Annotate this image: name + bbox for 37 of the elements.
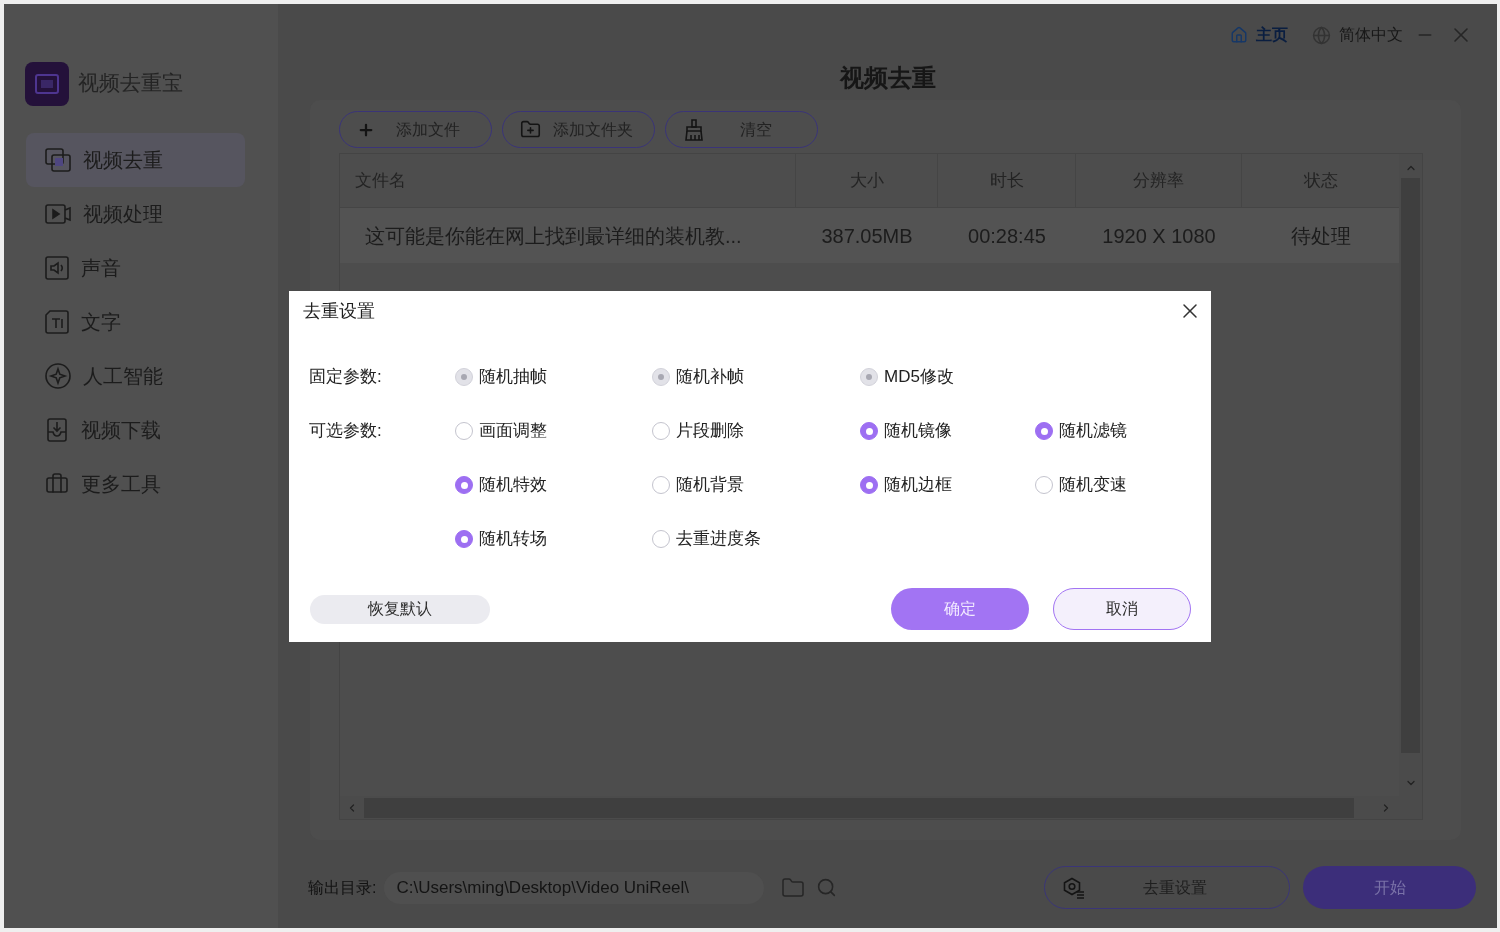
radio-option[interactable]: 随机滤镜 [1035, 418, 1127, 444]
dialog-title: 去重设置 [303, 299, 375, 323]
dialog-button[interactable]: 取消 [1053, 588, 1191, 630]
speaker-icon [45, 256, 69, 280]
settings-icon [1063, 876, 1085, 899]
radio-option[interactable]: 随机转场 [455, 526, 547, 552]
app-logo [25, 62, 69, 106]
table-cell-text: 387.05MB [821, 223, 913, 249]
globe-icon [1312, 25, 1331, 45]
sidebar-item[interactable]: 视频去重 [26, 133, 245, 187]
download-icon [45, 418, 69, 442]
broom-icon [683, 118, 705, 141]
table-cell-text: 00:28:45 [968, 223, 1046, 249]
radio-option[interactable]: 随机变速 [1035, 472, 1127, 498]
group-label: 可选参数: [309, 420, 382, 443]
group-label: 固定参数: [309, 366, 382, 389]
start-button[interactable]: 开始 [1303, 866, 1476, 909]
radio-option[interactable]: 随机边框 [860, 472, 952, 498]
output-path-field[interactable]: C:\Users\ming\Desktop\Video UniReel\ [384, 871, 765, 904]
search-icon[interactable] [816, 877, 838, 898]
sparkle-circle-icon [45, 363, 71, 389]
radio-option[interactable]: 画面调整 [455, 418, 547, 444]
folder-icon[interactable] [781, 875, 806, 900]
video-play-icon [45, 202, 71, 226]
folder-plus-icon [520, 119, 541, 140]
radio-option[interactable]: 去重进度条 [652, 526, 761, 552]
dialog-button[interactable]: 确定 [891, 588, 1029, 630]
dialog-button[interactable]: 恢复默认 [310, 594, 490, 624]
home-icon [1230, 26, 1248, 44]
home-link[interactable]: 主页 [1230, 23, 1288, 47]
layers-icon [45, 148, 71, 172]
radio-option[interactable]: 片段删除 [652, 418, 744, 444]
briefcase-icon [45, 472, 69, 496]
text-frame-icon [45, 310, 69, 334]
radio-option[interactable]: 随机特效 [455, 472, 547, 498]
radio-option[interactable]: 随机镜像 [860, 418, 952, 444]
radio-option[interactable]: 随机背景 [652, 472, 744, 498]
